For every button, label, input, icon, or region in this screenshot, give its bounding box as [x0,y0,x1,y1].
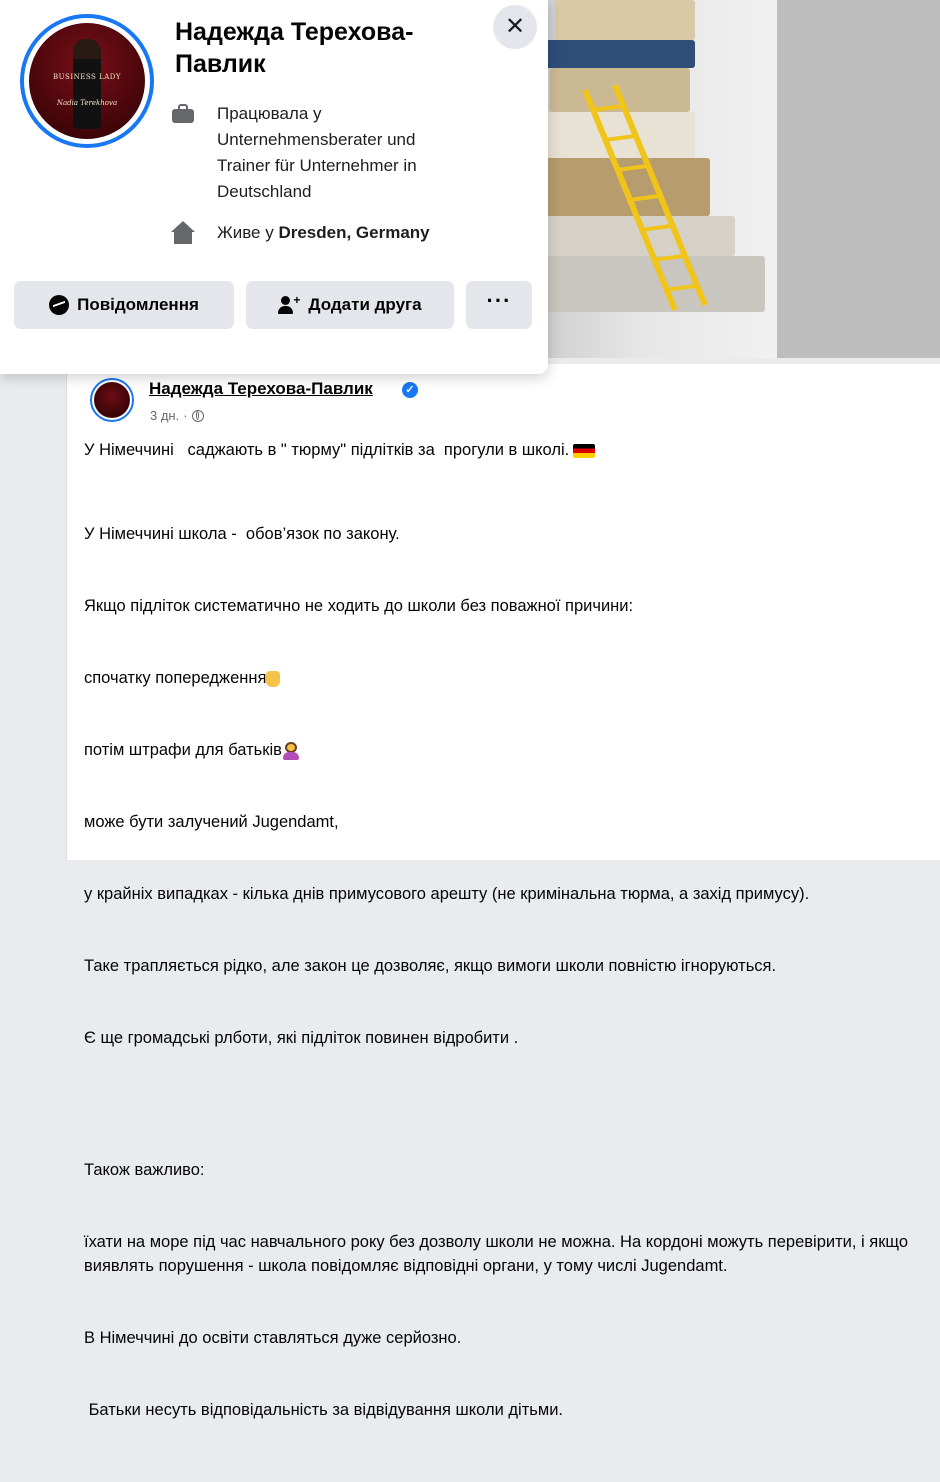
add-friend-button-label: Додати друга [308,295,422,314]
post-line: В Німеччині до освіти ставляться дуже се… [84,1329,462,1347]
post-line: Є ще громадські рлботи, які підліток пов… [84,1029,519,1047]
post-line: Також важливо: [84,1161,205,1179]
post-line: Таке трапляється рідко, але закон це доз… [84,957,777,975]
cover-photo [545,0,777,358]
briefcase-icon [172,104,194,124]
work-info-text: Працювала у Unternehmensberater und Trai… [217,104,417,201]
avatar-caption-2: Nadia Terekhova [56,99,118,107]
post-paragraph-1: У Німеччині саджають в " тюрму" підліткі… [84,438,934,462]
verified-badge-icon: ✓ [402,382,418,398]
meta-separator: · [183,408,188,423]
post-paragraph-2: У Німеччині школа - обов’язок по закону.… [84,474,934,1098]
message-button[interactable]: Повідомлення [14,281,234,329]
globe-icon[interactable] [191,409,204,422]
post-line: потім штрафи для батьків [84,738,934,762]
work-info-row: Працювала у Unternehmensberater und Trai… [172,101,467,205]
pointing-hand-icon [266,670,281,687]
post-meta: 3 дн. · [150,408,204,423]
post-line: У Німеччині саджають в " тюрму" підліткі… [84,441,570,459]
profile-avatar[interactable]: BUSINESS LADY Nadia Terekhova [20,14,154,148]
avatar-caption-1: BUSINESS LADY [53,73,121,81]
post-line: Батьки несуть відповідальність за відвід… [84,1401,564,1419]
post-author-name[interactable]: Надежда Терехова-Павлик [149,379,373,399]
post-text: У Німеччині саджають в " тюрму" підліткі… [84,438,934,1482]
more-options-button[interactable]: ··· [466,281,532,329]
message-button-label: Повідомлення [77,295,199,314]
lives-place-link[interactable]: Dresden, Germany [278,223,429,242]
cover-photo-edge [777,0,940,358]
more-dots-icon: ··· [486,288,512,313]
post-line: У Німеччині школа - обов’язок по закону. [84,525,400,543]
ladder-illustration [582,83,708,312]
add-friend-button[interactable]: + Додати друга [246,281,454,329]
post-line: може бути залучений Jugendamt, [84,813,339,831]
close-button[interactable]: ✕ [493,5,537,49]
lives-info-row: Живе у Dresden, Germany [171,220,430,246]
avatar-person-figure [73,39,101,129]
post-author-avatar[interactable] [90,378,134,422]
profile-name[interactable]: Надежда Терехова-Павлик [175,16,475,80]
post-line: їхати на море під час навчального року б… [84,1233,913,1275]
woman-gesturing-icon [282,741,300,760]
germany-flag-icon [573,443,596,458]
post-line: спочатку попередження [84,666,934,690]
house-icon [171,221,195,244]
post-timestamp[interactable]: 3 дн. [150,408,179,423]
post-line: у крайніх випадках - кілька днів примусо… [84,885,810,903]
messenger-icon [49,295,70,315]
profile-hover-card: BUSINESS LADY Nadia Terekhova Надежда Те… [0,0,548,374]
post-paragraph-3: Також важливо: їхати на море під час нав… [84,1110,934,1470]
lives-info-text: Живе у Dresden, Germany [217,223,430,242]
add-friend-icon: + [278,294,300,315]
post-line: Якщо підліток систематично не ходить до … [84,597,634,615]
